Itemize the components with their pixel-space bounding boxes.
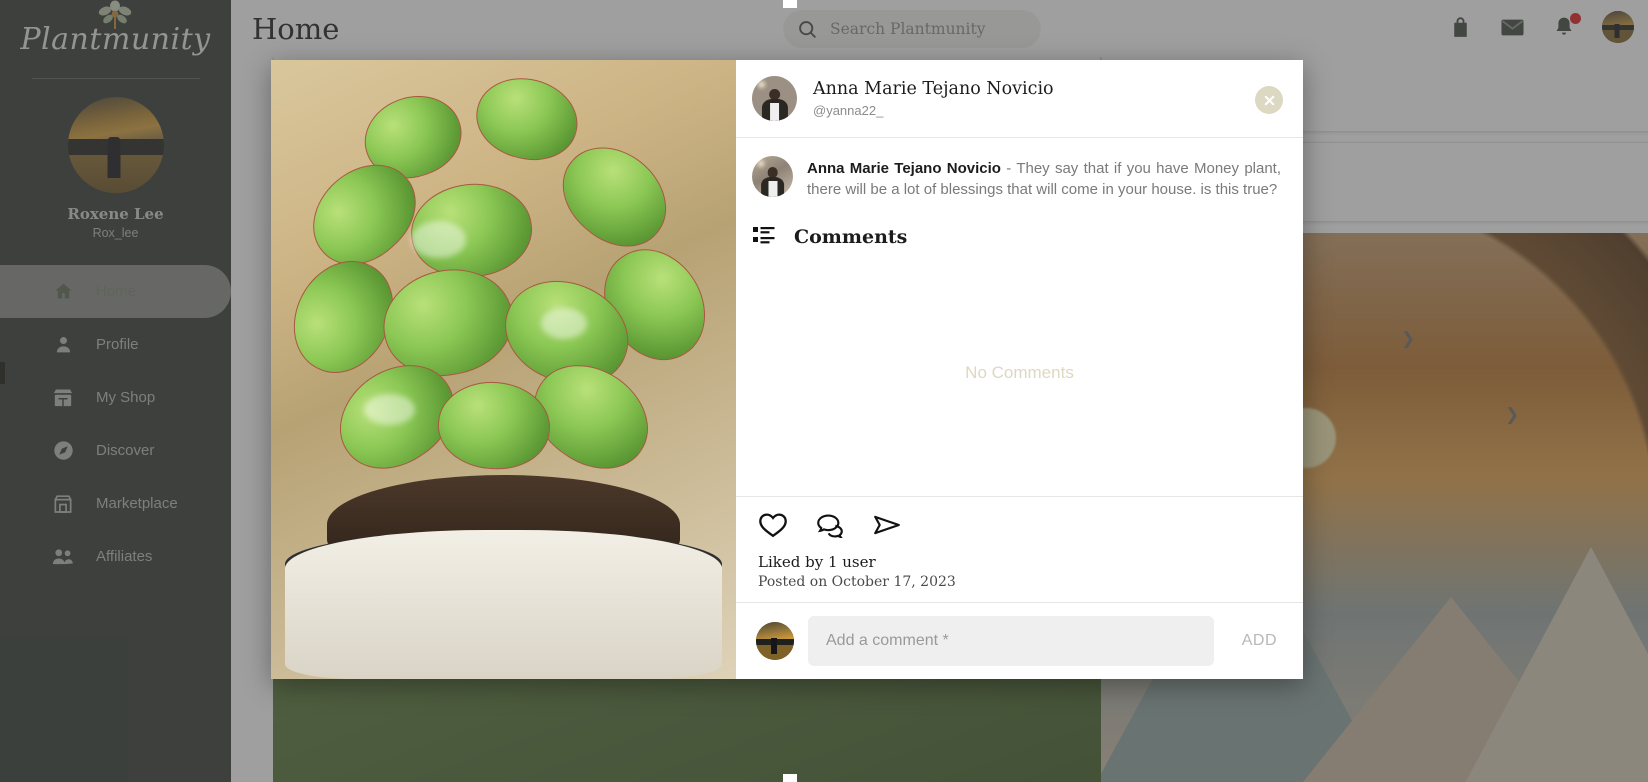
app-root: Plantmunity Roxene Lee Rox_lee Home [0, 0, 1648, 782]
post-actions: Liked by 1 user Posted on October 17, 20… [736, 497, 1303, 602]
author-name: Anna Marie Tejano Novicio [813, 79, 1054, 99]
heart-icon[interactable] [758, 511, 788, 539]
comments-list: No Comments [736, 250, 1303, 497]
author-handle: @yanna22_ [813, 103, 884, 118]
pot [284, 530, 723, 679]
scrollbar-down[interactable] [783, 774, 797, 782]
avatar[interactable] [752, 76, 797, 121]
avatar [756, 622, 794, 660]
add-comment-row: Add a comment * ADD [736, 602, 1303, 679]
avatar[interactable] [752, 156, 793, 197]
comments-header: Comments [736, 207, 1303, 250]
add-comment-button[interactable]: ADD [1228, 632, 1291, 650]
post-caption: Anna Marie Tejano Novicio - They say tha… [736, 138, 1303, 207]
caption-separator: - [1000, 160, 1017, 177]
likes-count: Liked by 1 user [758, 553, 876, 571]
post-author-header: Anna Marie Tejano Novicio @yanna22_ [736, 60, 1303, 138]
send-icon[interactable] [872, 512, 902, 538]
close-icon[interactable] [1255, 86, 1283, 114]
modal-side-panel: Anna Marie Tejano Novicio @yanna22_ Anna… [736, 60, 1303, 679]
comment-placeholder: Add a comment * [826, 632, 949, 649]
caption-author: Anna Marie Tejano Novicio [807, 160, 1001, 177]
post-date: Posted on October 17, 2023 [758, 574, 956, 590]
comments-heading: Comments [794, 226, 908, 249]
list-icon [752, 225, 776, 250]
comment-input[interactable]: Add a comment * [808, 616, 1214, 666]
post-image [271, 60, 736, 679]
no-comments-text: No Comments [965, 362, 1074, 382]
scrollbar-up[interactable] [783, 0, 797, 8]
chat-bubbles-icon[interactable] [815, 512, 845, 538]
post-detail-modal: Anna Marie Tejano Novicio @yanna22_ Anna… [271, 60, 1303, 679]
